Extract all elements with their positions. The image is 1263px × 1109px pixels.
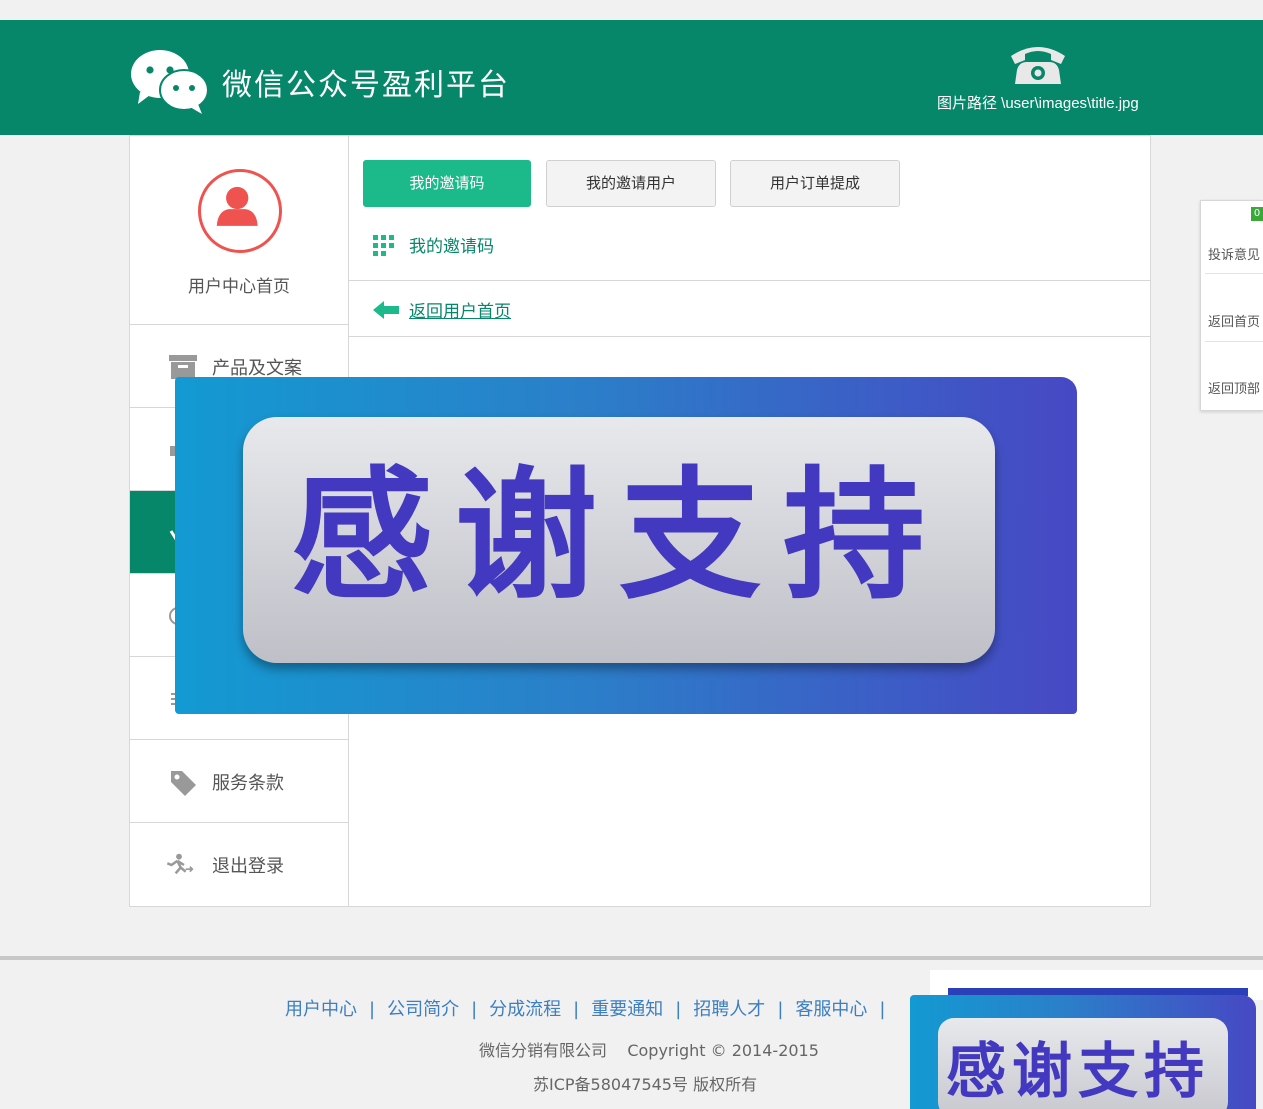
avatar	[198, 169, 282, 253]
footer-links: 用户中心 | 公司简介 | 分成流程 | 重要通知 | 招聘人才 | 客服中心 |	[285, 995, 897, 1021]
footer-link-service[interactable]: 客服中心	[795, 999, 867, 1020]
divider	[349, 336, 1150, 337]
separator: |	[471, 999, 478, 1020]
separator: |	[675, 999, 682, 1020]
separator: |	[777, 999, 784, 1020]
footer-link-process[interactable]: 分成流程	[489, 999, 561, 1020]
section-title-text: 我的邀请码	[409, 237, 494, 257]
banner-plate: 感谢支持	[938, 1018, 1228, 1109]
complaint-link[interactable]: 投诉意见	[1208, 244, 1260, 263]
tab-my-invite-code[interactable]: 我的邀请码	[363, 160, 531, 207]
user-center-link[interactable]: 用户中心首页	[130, 136, 348, 325]
footer-divider	[0, 956, 1263, 960]
separator: |	[369, 999, 376, 1020]
user-center-label: 用户中心首页	[188, 277, 290, 297]
icp-text: 苏ICP备58047545号 版权所有	[533, 1075, 758, 1094]
user-icon	[216, 186, 258, 226]
telephone-icon	[1011, 47, 1065, 84]
footer-link-user-center[interactable]: 用户中心	[285, 999, 357, 1020]
back-to-user-home-link[interactable]: 返回用户首页	[409, 297, 511, 322]
footer-link-jobs[interactable]: 招聘人才	[693, 999, 765, 1020]
header-image-path: 图片路径 \user\images\title.jpg	[937, 95, 1139, 112]
sidebar-item-terms[interactable]: 服务条款	[130, 740, 348, 823]
separator: |	[879, 999, 886, 1020]
tag-icon	[171, 771, 196, 796]
header-bar: 微信公众号盈利平台 图片路径 \user\images\title.jpg	[0, 20, 1263, 135]
count-badge: 0	[1251, 207, 1263, 221]
divider	[1205, 341, 1263, 342]
site-title: 微信公众号盈利平台	[222, 68, 510, 103]
footer-link-company[interactable]: 公司简介	[387, 999, 459, 1020]
separator: |	[573, 999, 580, 1020]
footer-link-notice[interactable]: 重要通知	[591, 999, 663, 1020]
thanks-banner-small: 感谢支持	[910, 970, 1263, 1109]
sidebar-item-label: 退出登录	[212, 856, 284, 877]
back-to-top-link[interactable]: 返回顶部	[1208, 378, 1260, 397]
back-link-row: 返回用户首页	[373, 296, 573, 324]
thanks-banner: 感谢支持	[175, 377, 1077, 714]
sidebar-item-logout[interactable]: 退出登录	[130, 823, 348, 906]
floating-side-panel: 0 投诉意见 返回首页 返回顶部	[1200, 200, 1263, 411]
logout-icon	[166, 853, 194, 875]
copyright-text: 微信分销有限公司 Copyright © 2014-2015	[479, 1041, 819, 1060]
sidebar-item-label: 服务条款	[212, 773, 284, 794]
divider	[349, 280, 1150, 281]
tab-user-order-commission[interactable]: 用户订单提成	[730, 160, 900, 207]
grid-icon	[373, 235, 394, 256]
banner-plate: 感谢支持	[243, 417, 995, 663]
wechat-logo-icon	[131, 50, 209, 114]
back-arrow-icon	[373, 301, 399, 319]
tab-my-invited-users[interactable]: 我的邀请用户	[546, 160, 716, 207]
banner-text: 感谢支持	[946, 1037, 1210, 1107]
back-home-link[interactable]: 返回首页	[1208, 311, 1260, 330]
banner-text: 感谢支持	[291, 454, 947, 619]
divider	[1205, 273, 1263, 274]
